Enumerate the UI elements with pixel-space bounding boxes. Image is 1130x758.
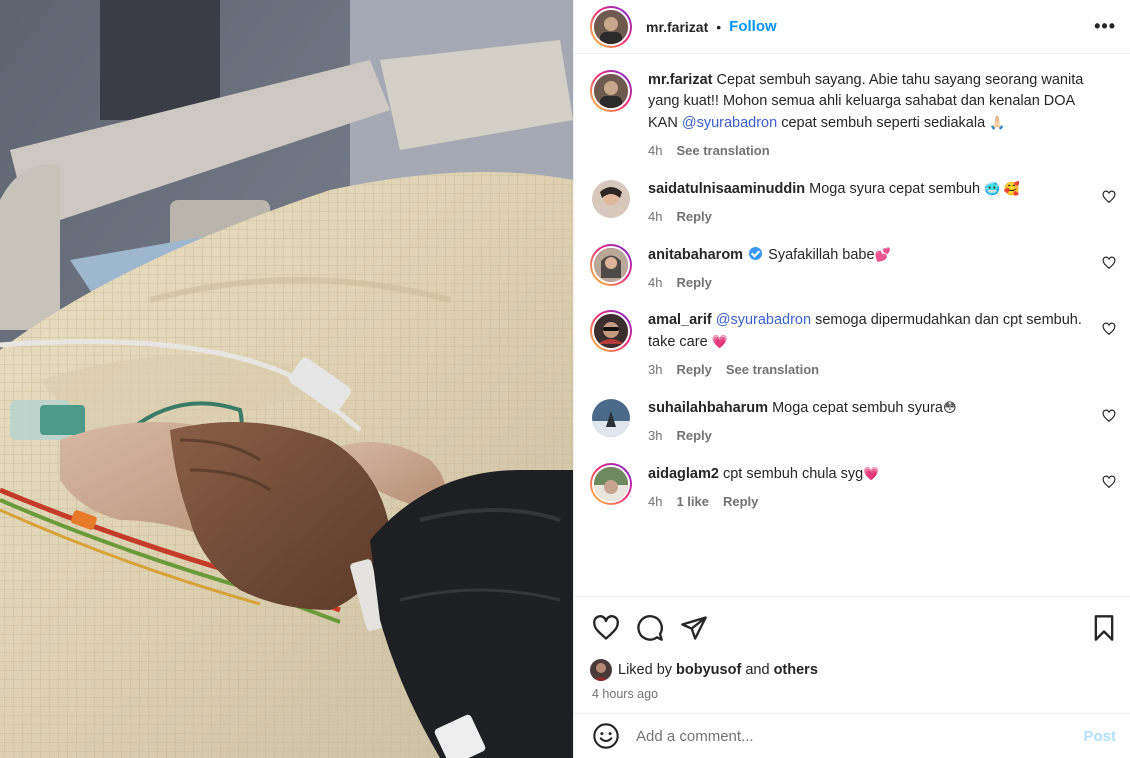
comment-emoji: 💗	[711, 334, 728, 349]
comment-username[interactable]: amal_arif	[648, 312, 712, 328]
like-comment-heart-icon[interactable]	[1102, 475, 1116, 489]
comment-item: suhailahbaharum Moga cepat sembuh syura😳…	[590, 397, 1116, 443]
comment-emoji: 😳	[942, 400, 957, 415]
caption-avatar[interactable]	[590, 70, 632, 112]
post-photo	[0, 0, 573, 758]
bookmark-icon[interactable]	[1090, 614, 1118, 642]
comment-username[interactable]: saidatulnisaaminuddin	[648, 181, 805, 197]
comment-avatar[interactable]	[592, 180, 630, 218]
liker-username[interactable]: bobyusof	[676, 662, 741, 678]
verified-icon	[749, 247, 763, 260]
comment-avatar[interactable]	[590, 310, 632, 352]
caption: mr.farizat Cepat sembuh sayang. Abie tah…	[590, 70, 1116, 158]
author-username[interactable]: mr.farizat	[646, 19, 708, 35]
comment-username[interactable]: anitabaharom	[648, 247, 743, 263]
comment-item: amal_arif @syurabadron semoga dipermudah…	[590, 310, 1116, 377]
comment-username[interactable]: suhailahbaharum	[648, 400, 768, 416]
post-image	[0, 0, 573, 758]
comment-icon[interactable]	[636, 614, 664, 642]
heart-icon[interactable]	[592, 614, 620, 642]
follow-button[interactable]: Follow	[729, 18, 777, 35]
reply-button[interactable]: Reply	[676, 362, 711, 377]
like-comment-heart-icon[interactable]	[1102, 409, 1116, 423]
action-bar	[574, 597, 1130, 659]
likes-others[interactable]: others	[774, 662, 818, 678]
comment-emoji: 💕	[874, 247, 891, 262]
comment-avatar[interactable]	[592, 399, 630, 437]
post-panel: mr.farizat • Follow ••• mr.farizat Cepat…	[573, 0, 1130, 758]
likes-summary: Liked by bobyusof and others	[574, 659, 1130, 681]
see-translation-button[interactable]: See translation	[676, 143, 769, 158]
post-time-ago[interactable]: 4 hours ago	[574, 681, 1130, 713]
caption-text: mr.farizat Cepat sembuh sayang. Abie tah…	[648, 70, 1088, 134]
comment-time[interactable]: 4h	[648, 275, 662, 290]
reply-button[interactable]: Reply	[676, 209, 711, 224]
add-comment-bar: Post	[574, 713, 1130, 758]
comment-avatar[interactable]	[590, 463, 632, 505]
more-options-icon[interactable]: •••	[1094, 16, 1116, 37]
reply-button[interactable]: Reply	[676, 275, 711, 290]
like-comment-heart-icon[interactable]	[1102, 322, 1116, 336]
comment-item: aidaglam2 cpt sembuh chula syg💗 4h 1 lik…	[590, 463, 1116, 509]
comment-likes-count[interactable]: 1 like	[676, 494, 709, 509]
comment-text: Moga syura cepat sembuh	[809, 181, 981, 197]
comment-text: Syafakillah babe	[768, 247, 875, 263]
comments-list[interactable]: mr.farizat Cepat sembuh sayang. Abie tah…	[574, 54, 1130, 597]
see-translation-button[interactable]: See translation	[726, 362, 819, 377]
like-comment-heart-icon[interactable]	[1102, 190, 1116, 204]
comment-time[interactable]: 3h	[648, 428, 662, 443]
comment-avatar[interactable]	[590, 244, 632, 286]
comment-time[interactable]: 4h	[648, 494, 662, 509]
likes-and: and	[745, 662, 770, 678]
share-icon[interactable]	[680, 614, 708, 642]
caption-mention[interactable]: @syurabadron	[682, 115, 777, 131]
comment-emoji: 🥶 🥰	[984, 181, 1021, 196]
post-header: mr.farizat • Follow •••	[574, 0, 1130, 54]
liker-avatar[interactable]	[590, 659, 612, 681]
comment-time[interactable]: 3h	[648, 362, 662, 377]
caption-username[interactable]: mr.farizat	[648, 72, 712, 88]
caption-time[interactable]: 4h	[648, 143, 662, 158]
emoji-icon[interactable]	[592, 722, 620, 750]
like-comment-heart-icon[interactable]	[1102, 256, 1116, 270]
caption-emoji: 🙏🏻	[989, 115, 1006, 130]
comment-emoji: 💗	[863, 466, 880, 481]
author-avatar[interactable]	[590, 5, 632, 48]
reply-button[interactable]: Reply	[676, 428, 711, 443]
caption-body-after: cepat sembuh seperti sediakala	[781, 115, 986, 131]
likes-prefix: Liked by	[618, 662, 673, 678]
reply-button[interactable]: Reply	[723, 494, 758, 509]
caption-meta: 4h See translation	[648, 143, 1088, 158]
add-comment-input[interactable]	[636, 727, 1084, 745]
header-separator: •	[716, 18, 722, 35]
comment-text: cpt sembuh chula syg	[722, 466, 864, 482]
post-comment-button[interactable]: Post	[1083, 728, 1116, 745]
comment-text: Moga cepat sembuh syura	[772, 400, 943, 416]
comment-mention[interactable]: @syurabadron	[716, 312, 811, 328]
comment-item: saidatulnisaaminuddin Moga syura cepat s…	[590, 178, 1116, 224]
comment-time[interactable]: 4h	[648, 209, 662, 224]
comment-username[interactable]: aidaglam2	[648, 466, 719, 482]
comment-item: anitabaharom Syafakillah babe💕 4h Reply	[590, 244, 1116, 290]
